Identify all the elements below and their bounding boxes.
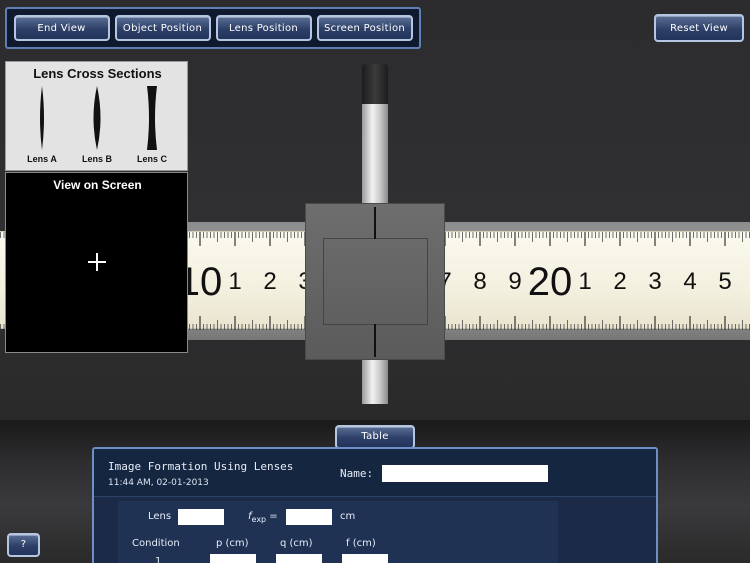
lens-c-option[interactable]: Lens C <box>122 82 182 168</box>
post-cap <box>362 64 388 104</box>
fexp-equals: = <box>266 511 278 522</box>
sheet-header: Image Formation Using Lenses 11:44 AM, 0… <box>94 449 656 497</box>
lens-c-icon <box>147 86 157 150</box>
q-input-row-1[interactable] <box>276 554 322 563</box>
p-input-row-1[interactable] <box>210 554 256 563</box>
view-on-screen-panel: View on Screen <box>5 172 188 353</box>
lens-b-icon <box>93 86 101 150</box>
lens-cross-sections-panel: Lens Cross Sections Lens A Lens B Lens C <box>5 61 188 171</box>
crosshair-icon <box>88 253 106 271</box>
table-tab-wrapper: Table <box>335 424 415 449</box>
row-condition-1: 1 <box>155 556 162 563</box>
lens-panel-title: Lens Cross Sections <box>33 66 162 81</box>
name-input[interactable] <box>382 465 548 482</box>
column-header-condition: Condition <box>132 538 180 549</box>
reset-view-wrapper: Reset View <box>654 14 744 42</box>
fexp-subscript: exp <box>251 515 267 524</box>
ruler-label: 1 <box>228 268 241 295</box>
screen-panel-title: View on Screen <box>53 178 142 192</box>
screen-position-button[interactable]: Screen Position <box>316 15 413 41</box>
table-tab-button[interactable]: Table <box>335 424 415 449</box>
column-header-p: p (cm) <box>216 538 249 549</box>
reset-view-button[interactable]: Reset View <box>654 14 744 42</box>
ruler-label: 9 <box>508 268 521 295</box>
lens-position-button[interactable]: Lens Position <box>215 15 312 41</box>
column-header-f: f (cm) <box>346 538 376 549</box>
lens-c-label: Lens C <box>136 154 167 164</box>
lens-field-label: Lens <box>148 511 172 522</box>
holder-index-mark-bottom <box>374 324 376 357</box>
ruler-label: 1 <box>578 268 591 295</box>
column-header-q: q (cm) <box>280 538 313 549</box>
fexp-unit: cm <box>340 511 356 522</box>
ruler-label: 4 <box>683 268 696 295</box>
view-toolbar: End View Object Position Lens Position S… <box>5 7 421 49</box>
sheet-timestamp: 11:44 AM, 02-01-2013 <box>108 478 209 488</box>
object-position-button[interactable]: Object Position <box>114 15 211 41</box>
data-sheet: Image Formation Using Lenses 11:44 AM, 0… <box>92 447 658 563</box>
f-input-row-1[interactable] <box>342 554 388 563</box>
ruler-label: 3 <box>648 268 661 295</box>
fexp-input[interactable] <box>286 509 332 525</box>
holder-index-mark-top <box>374 207 376 239</box>
lens-a-option[interactable]: Lens A <box>12 82 72 168</box>
help-button[interactable]: ? <box>7 532 40 557</box>
ruler-label: 5 <box>718 268 731 295</box>
ruler-label: 20 <box>528 260 573 304</box>
lens-b-option[interactable]: Lens B <box>67 82 127 168</box>
name-label: Name: <box>340 467 374 480</box>
fexp-label: fexp = <box>248 511 278 524</box>
end-view-button[interactable]: End View <box>13 15 110 41</box>
ruler-label: 8 <box>473 268 486 295</box>
ruler-label: 2 <box>263 268 276 295</box>
lens-a-icon <box>40 86 44 150</box>
sheet-body: Lens fexp = cm Condition p (cm) q (cm) f… <box>118 501 558 563</box>
lens-input[interactable] <box>178 509 224 525</box>
holder-window <box>323 238 428 325</box>
lens-a-label: Lens A <box>27 154 57 164</box>
sheet-title: Image Formation Using Lenses <box>108 460 294 473</box>
lens-b-label: Lens B <box>81 154 112 164</box>
help-wrapper: ? <box>7 532 40 557</box>
ruler-label: 2 <box>613 268 626 295</box>
